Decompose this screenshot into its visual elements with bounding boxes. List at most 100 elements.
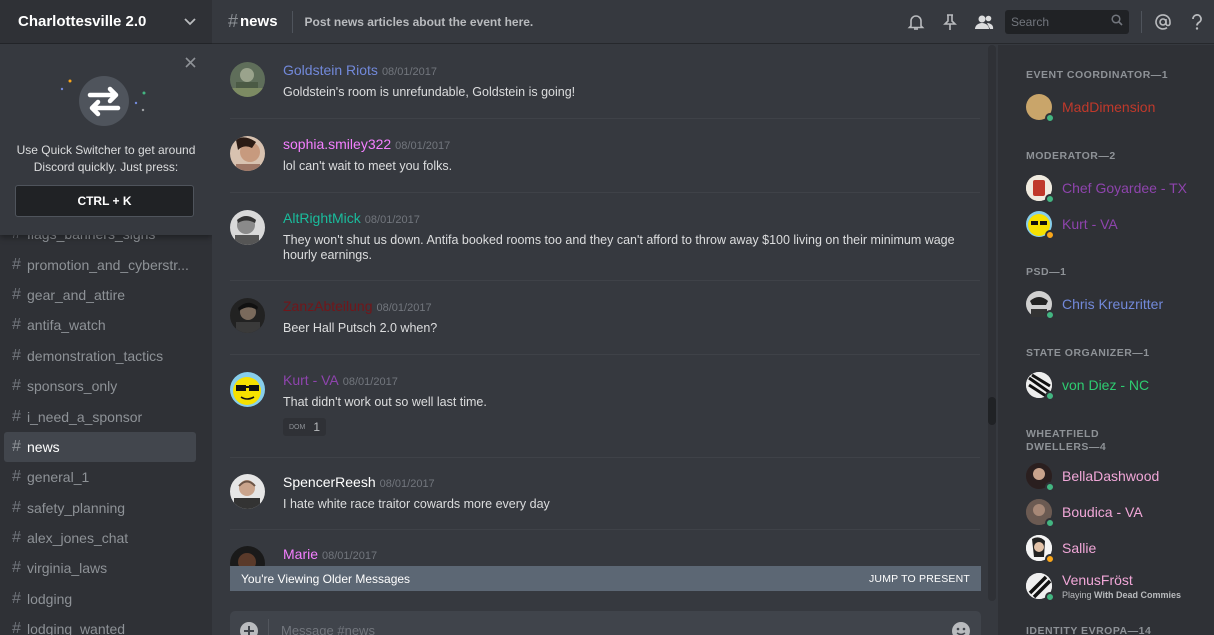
- avatar: [1026, 94, 1055, 123]
- message-author[interactable]: Goldstein Riots: [283, 62, 378, 78]
- message-scrollbar[interactable]: [988, 45, 996, 601]
- guild-header[interactable]: Charlottesville 2.0: [0, 0, 212, 44]
- online-status-icon: [1045, 592, 1055, 602]
- help-icon[interactable]: [1180, 14, 1214, 30]
- message-content: Beer Hall Putsch 2.0 when?: [283, 321, 438, 335]
- message-divider: [230, 457, 980, 458]
- member-name: MadDimension: [1062, 99, 1156, 115]
- channel-name: safety_planning: [27, 499, 126, 516]
- avatar: [1026, 463, 1055, 492]
- online-status-icon: [1045, 518, 1055, 528]
- avatar[interactable]: [230, 62, 265, 97]
- channel-item[interactable]: # demonstration_tactics: [4, 341, 196, 371]
- role-header: PSD—1: [1026, 266, 1067, 278]
- member-name: BellaDashwood: [1062, 468, 1160, 484]
- message-timestamp: 08/01/2017: [395, 140, 451, 152]
- scrollbar-thumb[interactable]: [988, 397, 996, 425]
- member-activity: Playing With Dead Commies: [1062, 590, 1181, 600]
- upload-plus-icon[interactable]: [230, 621, 268, 635]
- member-item[interactable]: Chef Goyardee - TX: [1026, 173, 1206, 204]
- channel-name: lodging_wanted: [27, 621, 126, 635]
- channel-item[interactable]: # lodging: [4, 584, 196, 614]
- reaction-count: 1: [313, 420, 321, 434]
- message-author[interactable]: Kurt - VA: [283, 372, 339, 388]
- guild-name: Charlottesville 2.0: [18, 13, 147, 30]
- member-item[interactable]: Boudica - VA: [1026, 497, 1206, 528]
- member-item[interactable]: BellaDashwood: [1026, 461, 1206, 492]
- avatar[interactable]: [230, 298, 265, 333]
- message-author[interactable]: sophia.smiley322: [283, 136, 391, 152]
- pin-icon[interactable]: [933, 13, 967, 31]
- search-box[interactable]: [1005, 10, 1129, 34]
- avatar: [1026, 499, 1055, 528]
- avatar[interactable]: [230, 474, 265, 509]
- avatar[interactable]: [230, 372, 265, 407]
- channel-item[interactable]: # lodging_wanted: [4, 614, 196, 635]
- member-item[interactable]: Kurt - VA: [1026, 209, 1206, 240]
- channel-list: #flags_banners_signs #promotion_and_cybe…: [4, 219, 196, 635]
- reaction-button[interactable]: DOM 1: [283, 418, 327, 436]
- channel-item[interactable]: # i_need_a_sponsor: [4, 401, 196, 431]
- close-icon[interactable]: [185, 55, 196, 73]
- bell-icon[interactable]: [899, 13, 933, 31]
- member-info: VenusFröst Playing With Dead Commies: [1052, 572, 1181, 600]
- member-item[interactable]: Chris Kreuzritter: [1026, 289, 1206, 320]
- avatar: [1026, 535, 1055, 564]
- mention-icon[interactable]: [1146, 14, 1180, 30]
- hash-icon: #: [12, 285, 21, 303]
- member-name: Sallie: [1062, 540, 1097, 556]
- avatar: [1026, 175, 1055, 204]
- search-icon[interactable]: [1111, 13, 1123, 31]
- member-name: Chris Kreuzritter: [1062, 296, 1164, 312]
- member-item[interactable]: MadDimension: [1026, 92, 1206, 123]
- channel-name: demonstration_tactics: [27, 347, 164, 364]
- search-input[interactable]: [1011, 15, 1101, 29]
- hash-icon: #: [12, 468, 21, 486]
- channel-name: antifa_watch: [27, 317, 106, 334]
- member-list: EVENT COORDINATOR—1 MadDimension MODERAT…: [998, 45, 1214, 635]
- older-messages-text: You're Viewing Older Messages: [241, 571, 411, 586]
- channel-name: news: [27, 438, 60, 455]
- hash-icon: #: [12, 346, 21, 364]
- message-author[interactable]: ZanzAbteilung: [283, 298, 373, 314]
- channel-item[interactable]: # virginia_laws: [4, 553, 196, 583]
- avatar: [1026, 211, 1055, 240]
- message-timestamp: 08/01/2017: [376, 302, 432, 314]
- avatar: [1026, 573, 1055, 602]
- chevron-down-icon[interactable]: [184, 15, 196, 29]
- message-author[interactable]: Marie: [283, 546, 318, 562]
- channel-item-active[interactable]: # news: [4, 431, 196, 463]
- avatar[interactable]: [230, 210, 265, 245]
- channel-name: sponsors_only: [27, 378, 118, 395]
- avatar[interactable]: [230, 136, 265, 171]
- hash-icon: #: [12, 529, 21, 547]
- message-timestamp: 08/01/2017: [379, 478, 435, 490]
- jump-to-present-button[interactable]: JUMP TO PRESENT: [869, 573, 970, 585]
- message-author[interactable]: AltRightMick: [283, 210, 361, 226]
- channel-item[interactable]: # alex_jones_chat: [4, 523, 196, 553]
- message-author[interactable]: SpencerReesh: [283, 474, 376, 490]
- channel-item[interactable]: # sponsors_only: [4, 371, 196, 401]
- channel-name: gear_and_attire: [27, 286, 126, 303]
- hash-icon: #: [12, 316, 21, 334]
- member-item[interactable]: Sallie: [1026, 533, 1206, 564]
- channel-item[interactable]: # promotion_and_cyberstr...: [4, 249, 196, 279]
- header-divider: [291, 10, 293, 33]
- emoji-icon[interactable]: [941, 621, 981, 635]
- channel-item[interactable]: # general_1: [4, 462, 196, 492]
- channel-item[interactable]: # gear_and_attire: [4, 280, 196, 310]
- idle-status-icon: [1045, 230, 1055, 240]
- message-timestamp: 08/01/2017: [364, 214, 420, 226]
- members-icon[interactable]: [967, 14, 1001, 30]
- quick-switcher-shortcut-button[interactable]: CTRL + K: [15, 185, 194, 217]
- member-item[interactable]: von Diez - NC: [1026, 370, 1206, 401]
- role-header: EVENT COORDINATOR—1: [1026, 69, 1169, 81]
- channel-item[interactable]: # safety_planning: [4, 493, 196, 523]
- message-timestamp: 08/01/2017: [342, 376, 398, 388]
- member-item[interactable]: VenusFröst Playing With Dead Commies: [1026, 569, 1206, 603]
- message-input[interactable]: [269, 622, 941, 635]
- online-status-icon: [1045, 194, 1055, 204]
- message-divider: [230, 192, 980, 193]
- avatar: [1026, 372, 1055, 401]
- channel-item[interactable]: # antifa_watch: [4, 310, 196, 340]
